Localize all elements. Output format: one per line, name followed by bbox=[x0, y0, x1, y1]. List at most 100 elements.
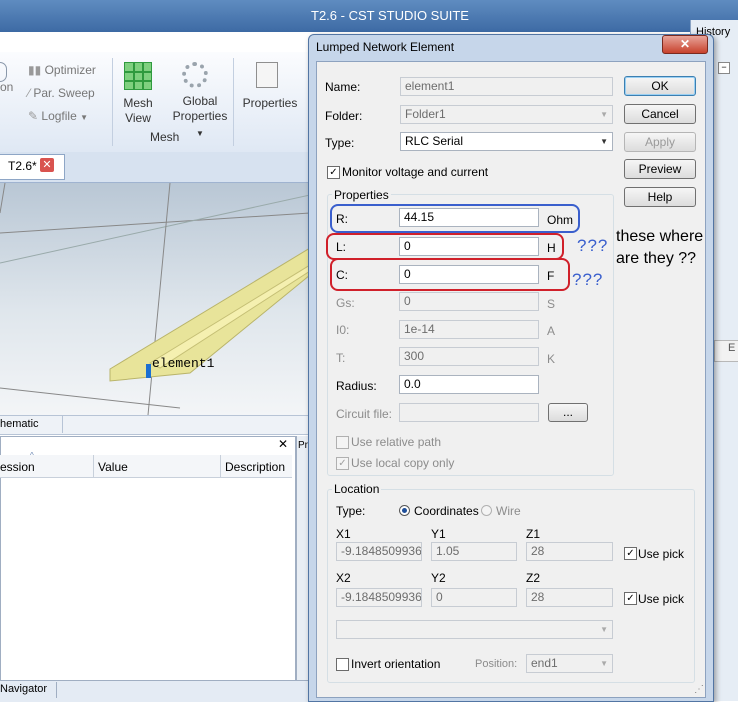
gs-input[interactable]: 0 bbox=[399, 292, 539, 311]
z2-label: Z2 bbox=[526, 571, 541, 585]
collapse-icon[interactable]: − bbox=[718, 62, 730, 74]
location-select[interactable]: ▼ bbox=[336, 620, 613, 639]
x1-input[interactable]: -9.18485099360 bbox=[336, 542, 422, 561]
ribbon-separator bbox=[112, 58, 113, 146]
x2-input[interactable]: -9.18485099360 bbox=[336, 588, 422, 607]
logfile-icon: ✎ bbox=[28, 109, 39, 123]
annotation-note: these where are they ?? bbox=[616, 228, 704, 267]
ribbon-item-cut[interactable]: on bbox=[0, 80, 13, 94]
i0-label: I0: bbox=[336, 323, 350, 337]
mesh-view-label: Mesh View bbox=[123, 96, 153, 125]
relative-path-checkbox[interactable] bbox=[336, 436, 349, 449]
position-select[interactable]: end1 ▼ bbox=[526, 654, 613, 673]
optimizer-icon: ▮▮ bbox=[28, 63, 42, 77]
chevron-down-icon: ▼ bbox=[600, 625, 608, 634]
name-field[interactable]: element1 bbox=[400, 77, 613, 96]
i0-input[interactable]: 1e-14 bbox=[399, 320, 539, 339]
type-label: Type: bbox=[325, 136, 355, 150]
use-pick-2-label: Use pick bbox=[638, 592, 685, 606]
optimizer-button[interactable]: ▮▮ Optimizer bbox=[28, 63, 96, 77]
chevron-down-icon: ▼ bbox=[600, 659, 608, 668]
par-sweep-icon: ⁄ bbox=[28, 86, 31, 100]
gs-label: Gs: bbox=[336, 296, 355, 310]
ribbon-group-mesh: Mesh bbox=[150, 130, 180, 144]
circuit-file-input[interactable] bbox=[399, 403, 539, 422]
folder-value: Folder1 bbox=[405, 107, 446, 121]
logfile-button[interactable]: ✎ Logfile ▼ bbox=[28, 109, 88, 123]
resize-grip-icon[interactable]: ⋰ bbox=[694, 684, 704, 695]
grid-line bbox=[147, 183, 171, 415]
gear-icon bbox=[182, 62, 208, 88]
schematic-tab-bar bbox=[0, 415, 310, 435]
y1-input[interactable]: 1.05 bbox=[431, 542, 517, 561]
chevron-down-icon: ▼ bbox=[600, 110, 608, 119]
i0-unit: A bbox=[547, 324, 556, 338]
wire-radio[interactable] bbox=[481, 505, 492, 516]
sort-up-icon: ^ bbox=[30, 451, 34, 460]
logfile-label: Logfile bbox=[41, 109, 77, 123]
ok-button[interactable]: OK bbox=[624, 76, 696, 96]
3d-view[interactable] bbox=[0, 183, 310, 415]
location-group-title: Location bbox=[332, 482, 382, 496]
t-unit: K bbox=[547, 352, 556, 366]
cancel-button[interactable]: Cancel bbox=[624, 104, 696, 124]
history-button-label: E bbox=[728, 342, 736, 354]
circuit-file-label: Circuit file: bbox=[336, 407, 393, 421]
tab-schematic[interactable]: hematic bbox=[0, 418, 39, 430]
dialog-title: Lumped Network Element bbox=[316, 40, 455, 54]
wire-label: Wire bbox=[496, 504, 521, 518]
folder-select[interactable]: Folder1 ▼ bbox=[400, 105, 613, 124]
tab-navigator[interactable]: Navigator bbox=[0, 683, 47, 695]
3d-scene bbox=[0, 183, 310, 415]
z2-input[interactable]: 28 bbox=[526, 588, 613, 607]
par-sweep-button[interactable]: ⁄ Par. Sweep bbox=[28, 86, 95, 100]
coordinates-radio[interactable] bbox=[399, 505, 410, 516]
port-marker-icon bbox=[146, 364, 151, 378]
par-sweep-label: Par. Sweep bbox=[33, 86, 95, 100]
grid-line bbox=[0, 212, 310, 234]
use-pick-2-checkbox[interactable]: ✓ bbox=[624, 592, 637, 605]
radius-input[interactable]: 0.0 bbox=[399, 375, 539, 394]
dialog-close-button[interactable]: ✕ bbox=[662, 35, 708, 54]
local-copy-label: Use local copy only bbox=[351, 456, 455, 470]
type-select[interactable]: RLC Serial ▼ bbox=[400, 132, 613, 151]
column-value[interactable]: Value bbox=[98, 460, 128, 474]
mesh-view-icon bbox=[124, 62, 152, 90]
radio-dot-icon bbox=[402, 508, 407, 513]
annotation-question-c: ??? bbox=[572, 270, 604, 289]
location-type-label: Type: bbox=[336, 504, 366, 518]
column-description[interactable]: Description bbox=[225, 460, 285, 474]
z1-input[interactable]: 28 bbox=[526, 542, 613, 561]
monitor-checkbox[interactable]: ✓ bbox=[327, 166, 340, 179]
position-value: end1 bbox=[531, 656, 558, 670]
apply-button[interactable]: Apply bbox=[624, 132, 696, 152]
z1-label: Z1 bbox=[526, 527, 541, 541]
properties-button[interactable]: Properties bbox=[240, 62, 300, 111]
tab-pr[interactable]: Pr bbox=[298, 440, 308, 451]
position-label: Position: bbox=[475, 658, 518, 670]
help-button[interactable]: Help bbox=[624, 187, 696, 207]
browse-button[interactable]: ... bbox=[548, 403, 588, 422]
grid-line bbox=[0, 387, 181, 409]
element-label: element1 bbox=[152, 356, 215, 371]
folder-label: Folder: bbox=[325, 109, 363, 123]
invert-orientation-checkbox[interactable] bbox=[336, 658, 349, 671]
mesh-view-button[interactable]: Mesh View bbox=[118, 62, 158, 126]
annotation-box-l bbox=[326, 233, 564, 260]
name-label: Name: bbox=[325, 80, 361, 94]
local-copy-checkbox[interactable]: ✓ bbox=[336, 457, 349, 470]
menu-view[interactable]: View bbox=[0, 36, 26, 50]
y2-input[interactable]: 0 bbox=[431, 588, 517, 607]
annotation-question-l: ??? bbox=[577, 236, 609, 255]
optimizer-label: Optimizer bbox=[44, 63, 96, 77]
preview-button[interactable]: Preview bbox=[624, 159, 696, 179]
column-separator bbox=[220, 455, 221, 477]
tab-close-icon[interactable]: ✕ bbox=[40, 158, 54, 172]
use-pick-1-checkbox[interactable]: ✓ bbox=[624, 547, 637, 560]
close-icon[interactable]: ✕ bbox=[278, 437, 288, 451]
column-expression[interactable]: ession bbox=[0, 460, 35, 474]
chevron-down-icon: ▼ bbox=[600, 137, 608, 146]
t-input[interactable]: 300 bbox=[399, 347, 539, 366]
monitor-label: Monitor voltage and current bbox=[342, 165, 489, 179]
gs-unit: S bbox=[547, 297, 556, 311]
